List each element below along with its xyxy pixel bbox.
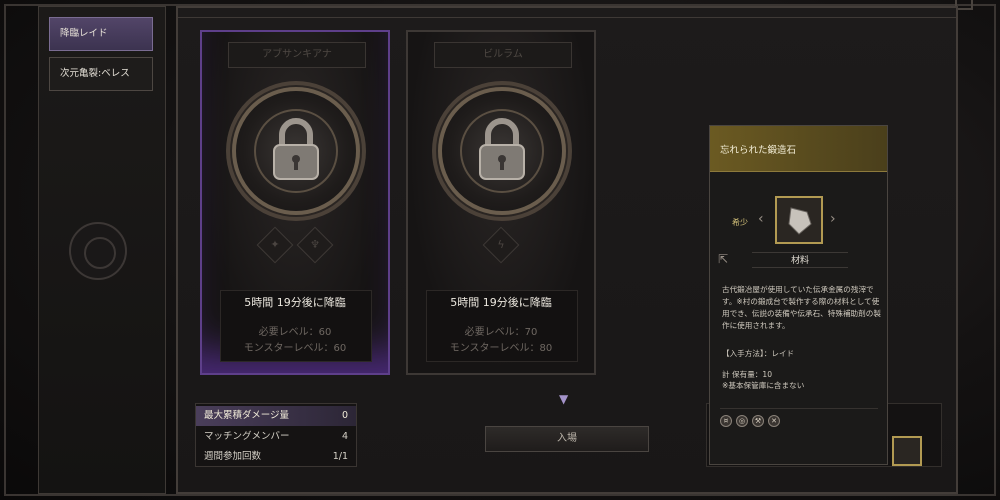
item-description: 古代鍛冶屋が使用していた伝承金属の残滓です。※村の鍛成台で製作する際の材料として… — [722, 285, 881, 330]
stat-value: 4 — [341, 431, 348, 442]
raid-stats-panel: 最大累積ダメージ量 0 マッチングメンバー 4 週間参加回数 1/1 — [195, 403, 357, 467]
stat-row: 週間参加回数 1/1 — [196, 447, 356, 467]
storage-icon: ◎ — [736, 415, 748, 427]
monster-level: モンスターレベル：60 — [243, 343, 347, 354]
stat-label: マッチングメンバー — [204, 431, 290, 442]
item-category: 材料 — [752, 252, 848, 268]
item-rarity: 希少 — [732, 218, 748, 227]
tooltip-divider — [720, 408, 878, 409]
raid-name: ビルラム — [434, 42, 572, 68]
tooltip-header: 忘れられた鍛造石 — [710, 126, 887, 172]
rune-icon: ✦ — [256, 226, 294, 264]
chevron-right-icon: › — [830, 211, 836, 227]
forge-stone-icon — [788, 207, 812, 235]
chevron-left-icon: ‹ — [758, 211, 764, 227]
trade-icon: ¤ — [720, 415, 732, 427]
stat-value: 0 — [341, 410, 348, 421]
sidebar-item-dimension-rift[interactable]: 次元亀裂:ベレス — [49, 57, 153, 91]
item-tooltip: 忘れられた鍛造石 希少 ‹ › ⇱ 材料 古代鍛冶屋が使用していた伝承金属の残滓… — [709, 125, 888, 465]
stat-value: 1/1 — [332, 451, 348, 462]
padlock-icon — [273, 118, 319, 180]
enter-button[interactable]: 入場 — [485, 426, 649, 452]
raid-category-sidebar: 降臨レイド 次元亀裂:ベレス — [38, 6, 166, 494]
raid-card-2[interactable]: ビルラム ϟ 5時間 19分後に降臨 必要レベル：70 モンスターレベル：80 — [406, 30, 596, 375]
item-owned: 計 保有量：10 ※基本保管庫に含まない — [722, 369, 804, 391]
owned-note: ※基本保管庫に含まない — [722, 381, 805, 390]
item-acquisition: 【入手方法】：レイド — [722, 349, 795, 358]
reward-item-slot[interactable] — [892, 436, 922, 466]
stat-label: 週間参加回数 — [204, 451, 262, 462]
rune-icon: ♆ — [296, 226, 334, 264]
stat-row: マッチングメンバー 4 — [196, 427, 356, 447]
required-level: 必要レベル：70 — [464, 327, 538, 338]
chevron-down-icon: ▼ — [559, 392, 569, 406]
dismantle-icon: ⚒ — [752, 415, 764, 427]
raid-name: アブサンキアナ — [228, 42, 366, 68]
item-title: 忘れられた鍛造石 — [720, 145, 797, 156]
lightning-rune-icon: ϟ — [482, 226, 520, 264]
sidebar-emblem-icon — [69, 222, 127, 280]
rune-slots: ϟ — [408, 226, 594, 264]
tooltip-icons: ¤ ◎ ⚒ ✕ — [720, 415, 780, 427]
stat-label: 最大累積ダメージ量 — [204, 410, 290, 421]
raid-card-1[interactable]: アブサンキアナ ✦ ♆ 5時間 19分後に降臨 必要レベル：60 モンスターレベ… — [200, 30, 390, 375]
rune-slots: ✦ ♆ — [202, 226, 388, 264]
required-level: 必要レベル：60 — [258, 327, 332, 338]
item-icon-slot — [775, 196, 823, 244]
sidebar-item-descent-raid[interactable]: 降臨レイド — [49, 17, 153, 51]
monster-level: モンスターレベル：80 — [449, 343, 553, 354]
lock-emblem — [232, 87, 360, 215]
owned-count: 計 保有量：10 — [722, 370, 773, 379]
stat-row: 最大累積ダメージ量 0 — [196, 406, 356, 426]
sell-icon: ✕ — [768, 415, 780, 427]
raid-countdown: 5時間 19分後に降臨 — [450, 296, 552, 309]
top-divider — [178, 8, 956, 18]
lock-emblem — [438, 87, 566, 215]
raid-countdown: 5時間 19分後に降臨 — [244, 296, 346, 309]
padlock-icon — [479, 118, 525, 180]
share-icon[interactable]: ⇱ — [718, 252, 728, 266]
